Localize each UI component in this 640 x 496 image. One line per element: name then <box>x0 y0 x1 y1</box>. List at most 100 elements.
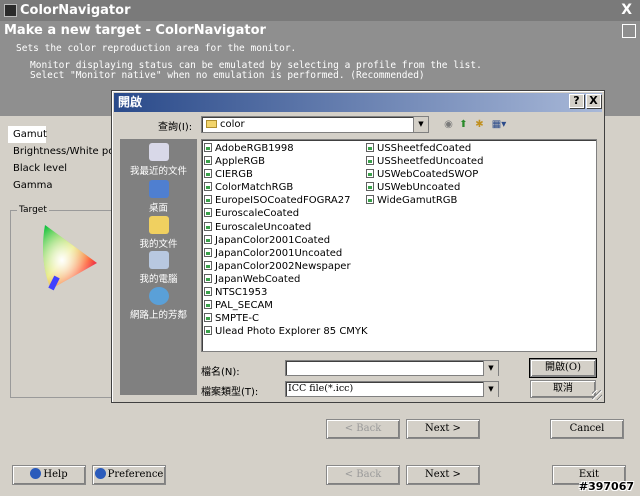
file-item[interactable]: USWebCoatedSWOP <box>366 168 483 181</box>
icc-file-icon <box>204 195 212 205</box>
icc-file-icon <box>366 169 374 179</box>
file-item[interactable]: EuroscaleUncoated <box>204 221 368 234</box>
file-item-label: EuroscaleUncoated <box>215 221 312 233</box>
step-nav: Gamut Brightness/White pc Black level Ga… <box>8 126 118 194</box>
file-item[interactable]: Ulead Photo Explorer 85 CMYK <box>204 325 368 338</box>
file-item[interactable]: CIERGB <box>204 168 368 181</box>
nav-item-gamma[interactable]: Gamma <box>8 177 118 194</box>
file-item-label: AppleRGB <box>215 156 266 168</box>
file-item[interactable]: AdobeRGB1998 <box>204 142 368 155</box>
dialog-cancel-button[interactable]: 取消 <box>530 380 596 398</box>
icc-file-icon <box>204 287 212 297</box>
place-recent-label: 我最近的文件 <box>129 166 187 177</box>
app-close-icon[interactable]: X <box>621 0 632 21</box>
file-item[interactable]: WideGamutRGB <box>366 194 483 207</box>
open-file-dialog: 開啟 ? X 查詢(I): color ▼ ◉ ⬆ ✱ ▦▾ 我最近的文件 桌面… <box>111 90 605 403</box>
icc-file-icon <box>204 273 212 283</box>
file-item[interactable]: JapanColor2001Uncoated <box>204 247 368 260</box>
icc-file-icon <box>204 247 212 257</box>
file-list[interactable]: AdobeRGB1998 AppleRGB CIERGB ColorMatchRGB E… <box>201 139 597 352</box>
chevron-down-icon[interactable]: ▼ <box>413 117 428 132</box>
place-recent[interactable]: 我最近的文件 <box>120 143 197 177</box>
file-item[interactable]: USWebUncoated <box>366 181 483 194</box>
help-button[interactable]: Help <box>12 465 86 485</box>
place-desktop[interactable]: 桌面 <box>120 180 197 214</box>
place-my-computer-label: 我的電腦 <box>139 274 178 285</box>
new-folder-icon[interactable]: ✱ <box>473 118 486 131</box>
step-description-line2: Select "Monitor native" when no emulatio… <box>30 70 425 81</box>
icc-file-icon <box>204 326 212 336</box>
file-item-label: Ulead Photo Explorer 85 CMYK <box>215 326 368 338</box>
file-item[interactable]: USSheetfedCoated <box>366 142 483 155</box>
footer-next-button[interactable]: Next > <box>406 465 480 485</box>
help-icon <box>30 468 42 479</box>
place-my-documents-label: 我的文件 <box>139 239 178 250</box>
icc-file-icon <box>204 208 212 218</box>
network-places-icon <box>148 287 169 305</box>
file-item-label: NTSC1953 <box>215 287 268 299</box>
resize-grip-icon[interactable] <box>592 390 602 400</box>
nav-item-brightness[interactable]: Brightness/White pc <box>8 143 118 160</box>
file-item-label: USWebCoatedSWOP <box>377 169 479 181</box>
file-item[interactable]: AppleRGB <box>204 155 368 168</box>
file-item[interactable]: SMPTE-C <box>204 312 368 325</box>
file-item[interactable]: ColorMatchRGB <box>204 181 368 194</box>
file-item[interactable]: USSheetfedUncoated <box>366 155 483 168</box>
places-bar: 我最近的文件 桌面 我的文件 我的電腦 網路上的芳鄰 <box>120 139 197 395</box>
my-computer-icon <box>148 251 169 269</box>
file-item[interactable]: JapanColor2001Coated <box>204 234 368 247</box>
place-my-documents[interactable]: 我的文件 <box>120 216 197 250</box>
look-in-select[interactable]: color ▼ <box>201 116 429 133</box>
file-item-label: ColorMatchRGB <box>215 182 294 194</box>
header-close-icon[interactable] <box>622 24 636 38</box>
dialog-title-bar: 開啟 <box>114 93 602 112</box>
folder-icon <box>206 120 217 128</box>
place-my-computer[interactable]: 我的電腦 <box>120 251 197 285</box>
file-name-dropdown-icon[interactable]: ▼ <box>483 361 498 376</box>
icc-file-icon <box>204 313 212 323</box>
preference-button[interactable]: Preference <box>92 465 166 485</box>
file-item-label: SMPTE-C <box>215 313 260 325</box>
icc-file-icon <box>204 234 212 244</box>
view-menu-icon[interactable]: ▦▾ <box>489 118 509 131</box>
app-title: ColorNavigator <box>20 3 131 18</box>
file-item-label: AdobeRGB1998 <box>215 143 294 154</box>
file-item[interactable]: JapanColor2002Newspaper <box>204 260 368 273</box>
file-name-input[interactable]: ▼ <box>285 360 499 376</box>
file-list-column-1: AdobeRGB1998 AppleRGB CIERGB ColorMatchRGB E… <box>204 142 368 338</box>
file-item-label: WideGamutRGB <box>377 195 458 207</box>
file-item[interactable]: EuropeISOCoatedFOGRA27 <box>204 194 368 207</box>
open-button[interactable]: 開啟(O) <box>530 359 596 377</box>
nav-item-black-level[interactable]: Black level <box>8 160 118 177</box>
file-item-label: CIERGB <box>215 169 253 181</box>
file-item-label: USSheetfedUncoated <box>377 156 484 168</box>
icc-file-icon <box>204 182 212 192</box>
icc-file-icon <box>366 156 374 166</box>
icc-file-icon <box>366 195 374 205</box>
wizard-next-button[interactable]: Next > <box>406 419 480 439</box>
wizard-back-button[interactable]: < Back <box>326 419 400 439</box>
file-item[interactable]: PAL_SECAM <box>204 299 368 312</box>
file-item-label: JapanColor2001Uncoated <box>215 247 343 259</box>
place-network[interactable]: 網路上的芳鄰 <box>120 287 197 321</box>
file-item[interactable]: NTSC1953 <box>204 286 368 299</box>
icc-file-icon <box>204 221 212 231</box>
back-icon[interactable]: ◉ <box>442 118 455 131</box>
dialog-close-icon[interactable]: X <box>586 94 601 108</box>
file-item[interactable]: EuroscaleCoated <box>204 207 368 220</box>
footer-back-button[interactable]: < Back <box>326 465 400 485</box>
file-item-label: JapanColor2002Newspaper <box>215 260 351 272</box>
place-desktop-label: 桌面 <box>148 203 168 214</box>
icc-file-icon <box>204 169 212 179</box>
nav-item-gamut[interactable]: Gamut <box>8 126 47 143</box>
look-in-label: 查詢(I): <box>158 122 193 133</box>
dialog-help-icon[interactable]: ? <box>569 94 584 108</box>
file-type-dropdown-icon[interactable]: ▼ <box>483 382 498 397</box>
up-folder-icon[interactable]: ⬆ <box>457 118 470 131</box>
file-type-select[interactable]: ICC file(*.icc) ▼ <box>285 381 499 397</box>
preference-icon <box>94 468 106 479</box>
file-item-label: EuroscaleCoated <box>215 208 300 220</box>
look-in-value: color <box>220 119 245 130</box>
file-item[interactable]: JapanWebCoated <box>204 273 368 286</box>
wizard-cancel-button[interactable]: Cancel <box>550 419 624 439</box>
